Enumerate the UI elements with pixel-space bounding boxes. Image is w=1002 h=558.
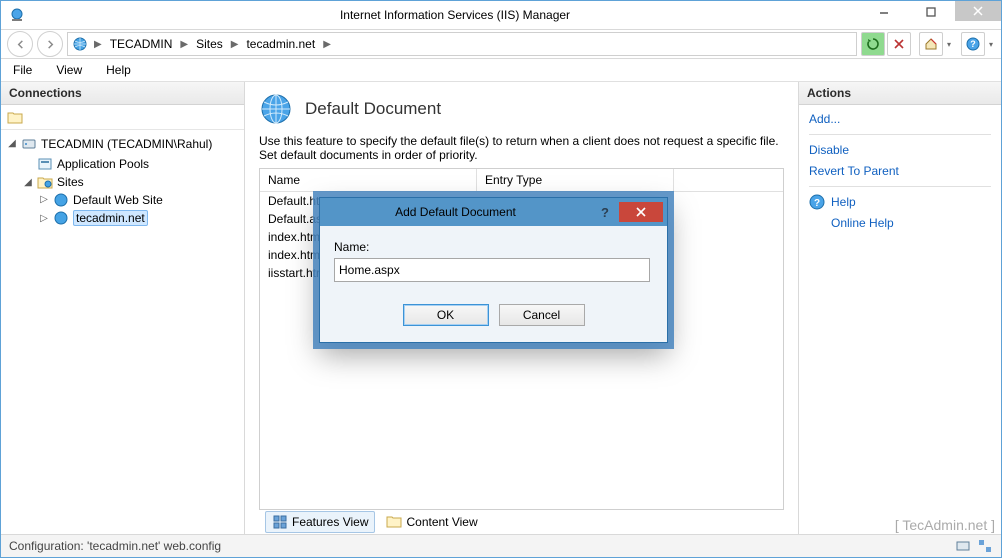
connections-panel: Connections ◢ TECADMIN (TECADMIN\Rahul) [1, 82, 245, 534]
nav-back-button[interactable] [7, 31, 33, 57]
action-revert[interactable]: Revert To Parent [809, 163, 991, 179]
menu-view[interactable]: View [52, 61, 86, 79]
connections-header: Connections [1, 82, 244, 105]
help-icon: ? [809, 194, 825, 210]
content-view-tab[interactable]: Content View [379, 511, 484, 533]
dialog-close-button[interactable] [619, 202, 663, 222]
actions-panel: Actions Add... Disable Revert To Parent … [798, 82, 1001, 534]
chevron-right-icon: ▶ [321, 39, 333, 50]
dialog-titlebar[interactable]: Add Default Document ? [320, 198, 667, 226]
actions-header: Actions [799, 82, 1001, 105]
home-button[interactable] [919, 32, 943, 56]
status-bar: Configuration: 'tecadmin.net' web.config [1, 534, 1001, 557]
globe-icon [53, 192, 69, 208]
globe-icon [53, 210, 69, 226]
globe-icon [72, 36, 88, 52]
navigation-bar: ▶ TECADMIN ▶ Sites ▶ tecadmin.net ▶ ▾ ? … [1, 30, 1001, 59]
dialog-cancel-button[interactable]: Cancel [499, 304, 585, 326]
action-help[interactable]: Help [831, 194, 856, 210]
chevron-right-icon: ▶ [229, 39, 241, 50]
page-description: Use this feature to specify the default … [259, 134, 779, 162]
features-view-label: Features View [292, 515, 368, 529]
window-title: Internet Information Services (IIS) Mana… [49, 8, 861, 22]
action-disable[interactable]: Disable [809, 142, 991, 158]
tree-collapse-icon[interactable]: ◢ [23, 177, 33, 188]
folder-icon[interactable] [5, 107, 25, 127]
add-default-document-dialog: Add Default Document ? Name: OK Cancel [319, 197, 668, 343]
dropdown-icon[interactable]: ▾ [945, 40, 953, 49]
breadcrumb-item[interactable]: TECADMIN [108, 37, 175, 51]
breadcrumb-item[interactable]: tecadmin.net [244, 37, 317, 51]
separator [809, 134, 991, 135]
chevron-right-icon: ▶ [92, 39, 104, 50]
dialog-ok-button[interactable]: OK [403, 304, 489, 326]
separator [809, 186, 991, 187]
tree-app-pools[interactable]: Application Pools [57, 157, 149, 171]
window-titlebar: Internet Information Services (IIS) Mana… [1, 1, 1001, 30]
content-view-icon [386, 514, 402, 530]
features-view-tab[interactable]: Features View [265, 511, 375, 533]
features-view-icon [272, 514, 288, 530]
tree-site-default[interactable]: Default Web Site [73, 193, 163, 207]
page-title: Default Document [305, 99, 441, 119]
content-view-label: Content View [406, 515, 477, 529]
dropdown-icon[interactable]: ▾ [987, 40, 995, 49]
tree-server-label[interactable]: TECADMIN (TECADMIN\Rahul) [41, 137, 212, 151]
dialog-title: Add Default Document [320, 205, 591, 219]
view-switcher: Features View Content View [259, 510, 784, 534]
help-button[interactable]: ? [961, 32, 985, 56]
column-name[interactable]: Name [260, 169, 477, 191]
dialog-help-button[interactable]: ? [591, 205, 619, 220]
nav-forward-button[interactable] [37, 31, 63, 57]
server-icon [21, 136, 37, 152]
tree-sites[interactable]: Sites [57, 175, 84, 189]
breadcrumb[interactable]: ▶ TECADMIN ▶ Sites ▶ tecadmin.net ▶ [67, 32, 857, 56]
action-online-help[interactable]: Online Help [809, 215, 991, 231]
svg-text:?: ? [814, 198, 820, 209]
menu-file[interactable]: File [9, 61, 36, 79]
dialog-name-input[interactable] [334, 258, 650, 282]
chevron-right-icon: ▶ [178, 39, 190, 50]
tree-site-current[interactable]: tecadmin.net [73, 210, 148, 226]
menu-bar: File View Help [1, 59, 1001, 82]
maximize-button[interactable] [907, 1, 955, 23]
window-close-button[interactable] [955, 1, 1001, 21]
stop-button[interactable] [887, 32, 911, 56]
column-type[interactable]: Entry Type [477, 169, 674, 191]
status-icon [977, 538, 993, 554]
tree-expand-icon[interactable]: ▷ [39, 194, 49, 205]
app-icon [9, 7, 25, 23]
list-header: Name Entry Type [260, 169, 783, 192]
action-add[interactable]: Add... [809, 111, 991, 127]
svg-text:?: ? [970, 39, 976, 49]
breadcrumb-item[interactable]: Sites [194, 37, 225, 51]
watermark: [ TecAdmin.net ] [895, 517, 995, 533]
dialog-name-label: Name: [334, 240, 653, 254]
app-pools-icon [37, 156, 53, 172]
sites-folder-icon [37, 174, 53, 190]
refresh-button[interactable] [861, 32, 885, 56]
menu-help[interactable]: Help [102, 61, 135, 79]
connections-tree: ◢ TECADMIN (TECADMIN\Rahul) Application … [1, 130, 244, 233]
status-icon [955, 538, 971, 554]
feature-globe-icon [259, 92, 293, 126]
status-config-text: Configuration: 'tecadmin.net' web.config [9, 539, 221, 553]
connections-toolbar [1, 105, 244, 130]
tree-expand-icon[interactable]: ▷ [39, 213, 49, 224]
minimize-button[interactable] [861, 1, 907, 21]
tree-collapse-icon[interactable]: ◢ [7, 138, 17, 149]
